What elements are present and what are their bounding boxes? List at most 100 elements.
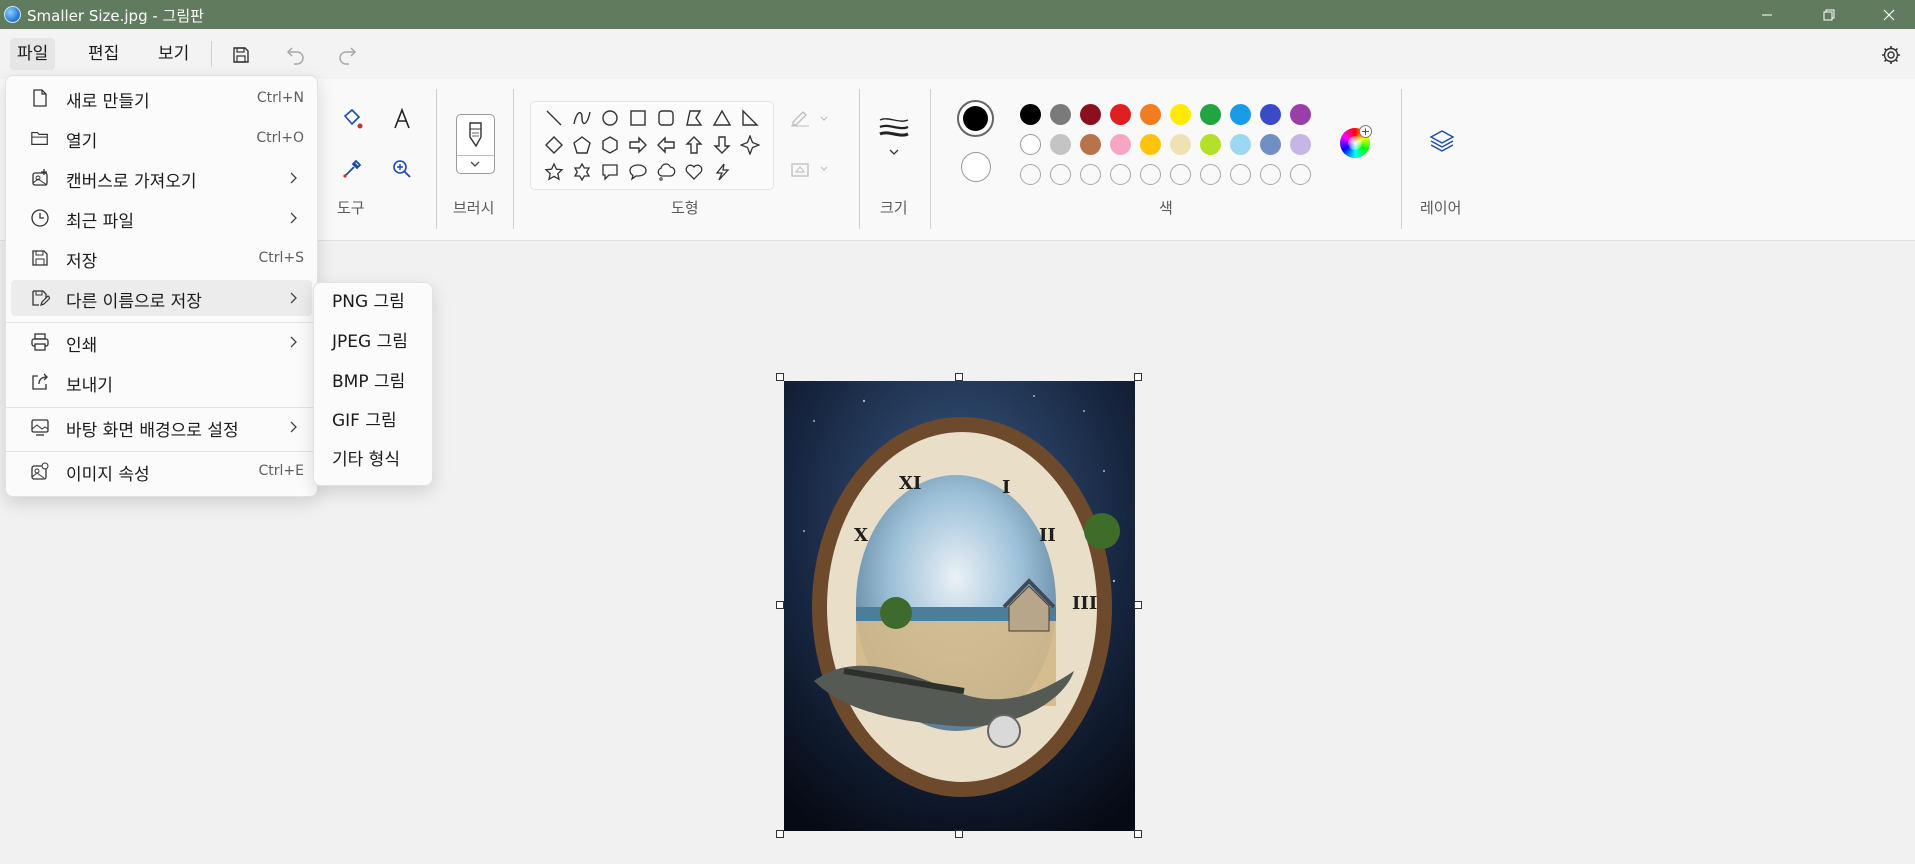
custom-color-slot[interactable] [1080,164,1101,185]
color-swatch[interactable] [1260,104,1281,125]
shape-fill-dropdown[interactable] [786,151,836,187]
menu-item-send[interactable]: 보내기 [11,364,312,400]
magnifier-tool[interactable] [384,151,420,187]
menu-item-save-as[interactable]: 다른 이름으로 저장 [11,280,312,316]
color-swatch[interactable] [1260,134,1281,155]
right-arrow-shape[interactable] [626,133,650,157]
menu-item-set-as-wallpaper[interactable]: 바탕 화면 배경으로 설정 [11,409,312,445]
oval-callout-shape[interactable] [626,160,650,184]
custom-color-slot[interactable] [1290,164,1311,185]
color-swatch[interactable] [1110,104,1131,125]
color-swatch[interactable] [1080,104,1101,125]
menu-item-import-to-canvas[interactable]: 캔버스로 가져오기 [11,160,312,196]
edit-colors-button[interactable]: + [1340,125,1372,158]
color-swatch[interactable] [1290,104,1311,125]
right-triangle-shape[interactable] [738,106,762,130]
rectangle-shape[interactable] [626,106,650,130]
lightning-shape[interactable] [710,160,734,184]
cloud-callout-shape[interactable] [654,160,678,184]
primary-color-well[interactable] [957,100,994,137]
size-selector[interactable] [876,113,912,163]
color-picker-tool[interactable] [334,151,370,187]
restore-button[interactable] [1806,0,1852,29]
color-swatch[interactable] [1020,134,1041,155]
up-arrow-shape[interactable] [682,133,706,157]
resize-handle-se[interactable] [1134,830,1142,838]
color-swatch[interactable] [1110,134,1131,155]
menu-item-recent-files[interactable]: 최근 파일 [11,200,312,236]
left-arrow-shape[interactable] [654,133,678,157]
diamond-shape[interactable] [542,133,566,157]
resize-handle-sw[interactable] [776,830,784,838]
color-swatch[interactable] [1050,104,1071,125]
five-point-star-shape[interactable] [542,160,566,184]
menu-item-print[interactable]: 인쇄 [11,324,312,360]
menu-file[interactable]: 파일 [10,38,56,70]
save-as-png[interactable]: PNG 그림 [318,285,428,319]
curve-shape[interactable] [570,106,594,130]
four-point-star-shape[interactable] [738,133,762,157]
color-swatch[interactable] [1170,104,1191,125]
hexagon-shape[interactable] [598,133,622,157]
custom-color-slot[interactable] [1260,164,1281,185]
secondary-color-well[interactable] [961,152,991,182]
resize-handle-ne[interactable] [1134,373,1142,381]
custom-color-slot[interactable] [1140,164,1161,185]
color-swatch[interactable] [1230,104,1251,125]
color-swatch[interactable] [1020,104,1041,125]
settings-button[interactable] [1875,39,1907,71]
undo-button[interactable] [280,39,312,71]
resize-handle-nw[interactable] [776,373,784,381]
custom-color-slot[interactable] [1110,164,1131,185]
resize-handle-w[interactable] [776,601,784,609]
triangle-shape[interactable] [710,106,734,130]
color-swatch[interactable] [1170,134,1191,155]
menu-edit[interactable]: 편집 [81,38,126,70]
polygon-shape[interactable] [682,106,706,130]
line-shape[interactable] [542,106,566,130]
text-tool[interactable] [384,101,420,137]
custom-color-slot[interactable] [1200,164,1221,185]
down-arrow-shape[interactable] [710,133,734,157]
layers-button[interactable] [1424,123,1460,159]
redo-button[interactable] [331,39,363,71]
menu-item-open[interactable]: 열기 Ctrl+O [11,120,312,156]
custom-color-slot[interactable] [1050,164,1071,185]
quick-save-button[interactable] [225,39,257,71]
color-swatch[interactable] [1200,104,1221,125]
color-swatch[interactable] [1290,134,1311,155]
pentagon-shape[interactable] [570,133,594,157]
custom-color-slot[interactable] [1230,164,1251,185]
rounded-rectangle-shape[interactable] [654,106,678,130]
menu-view[interactable]: 보기 [151,38,196,70]
menu-item-new[interactable]: 새로 만들기 Ctrl+N [11,80,312,116]
custom-color-slot[interactable] [1170,164,1191,185]
color-swatch[interactable] [1230,134,1251,155]
oval-shape[interactable] [598,106,622,130]
resize-handle-n[interactable] [955,373,963,381]
color-swatch[interactable] [1080,134,1101,155]
fill-bucket-tool[interactable] [334,101,370,137]
color-swatch[interactable] [1200,134,1221,155]
rect-callout-shape[interactable] [598,160,622,184]
save-as-bmp[interactable]: BMP 그림 [318,365,428,399]
save-as-gif[interactable]: GIF 그림 [318,404,428,438]
close-button[interactable] [1866,0,1912,29]
resize-handle-e[interactable] [1134,601,1142,609]
six-point-star-shape[interactable] [570,160,594,184]
brush-selector[interactable] [456,114,495,174]
group-label-layers: 레이어 [1420,199,1462,217]
color-swatch[interactable] [1140,104,1161,125]
menu-item-save[interactable]: 저장 Ctrl+S [11,240,312,276]
canvas-image[interactable]: XI I II III X [784,381,1135,831]
shape-outline-dropdown[interactable] [786,101,836,137]
menu-item-image-properties[interactable]: 이미지 속성 Ctrl+E [11,453,312,489]
save-as-jpeg[interactable]: JPEG 그림 [318,325,428,359]
minimize-button[interactable] [1744,0,1790,29]
color-swatch[interactable] [1050,134,1071,155]
custom-color-slot[interactable] [1020,164,1041,185]
color-swatch[interactable] [1140,134,1161,155]
save-as-other[interactable]: 기타 형식 [318,443,428,477]
heart-shape[interactable] [682,160,706,184]
resize-handle-s[interactable] [955,830,963,838]
